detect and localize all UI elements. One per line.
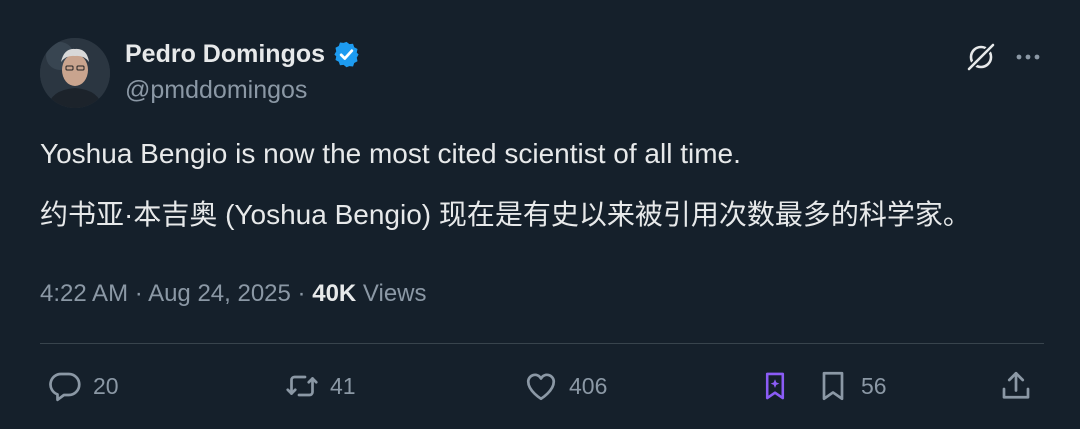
reply-button[interactable]: 20 [47, 366, 119, 406]
bookmark-count: 56 [861, 372, 887, 399]
bookmark-button[interactable]: 56 [815, 366, 887, 406]
like-count: 406 [569, 372, 608, 399]
views-label: Views [362, 280, 427, 307]
like-button[interactable]: 406 [523, 366, 607, 406]
grok-analyze-button[interactable] [758, 366, 792, 406]
reply-count: 20 [93, 372, 119, 399]
author-display-name[interactable]: Pedro Domingos [125, 40, 325, 69]
tweet: Pedro Domingos @pmddomingos Yoshua Bengi… [0, 0, 1080, 429]
tweet-date[interactable]: Aug 24, 2025 [148, 280, 291, 307]
meta-separator: · [297, 280, 313, 307]
tweet-text-english: Yoshua Bengio is now the most cited scie… [40, 138, 741, 169]
divider [40, 343, 1044, 344]
reply-icon [47, 368, 83, 404]
grok-icon[interactable] [964, 40, 998, 74]
grok-analyze-icon [758, 369, 792, 403]
retweet-icon [284, 368, 320, 404]
retweet-count: 41 [330, 372, 356, 399]
verified-badge-icon[interactable] [332, 40, 361, 69]
tweet-meta: 4:22 AM · Aug 24, 2025 · 40K Views [40, 280, 427, 308]
retweet-button[interactable]: 41 [284, 366, 356, 406]
more-icon[interactable] [1011, 40, 1045, 74]
share-button[interactable] [998, 366, 1034, 406]
views-count: 40K [312, 280, 357, 307]
tweet-time[interactable]: 4:22 AM [40, 280, 128, 307]
author-handle[interactable]: @pmddomingos [125, 76, 307, 105]
share-icon [998, 368, 1034, 404]
meta-separator: · [134, 280, 149, 307]
tweet-text-chinese: 约书亚·本吉奥 (Yoshua Bengio) 现在是有史以来被引用次数最多的科… [40, 199, 971, 230]
author-name-row: Pedro Domingos [125, 40, 361, 69]
avatar[interactable] [40, 38, 110, 108]
bookmark-icon [815, 368, 851, 404]
like-icon [523, 368, 559, 404]
